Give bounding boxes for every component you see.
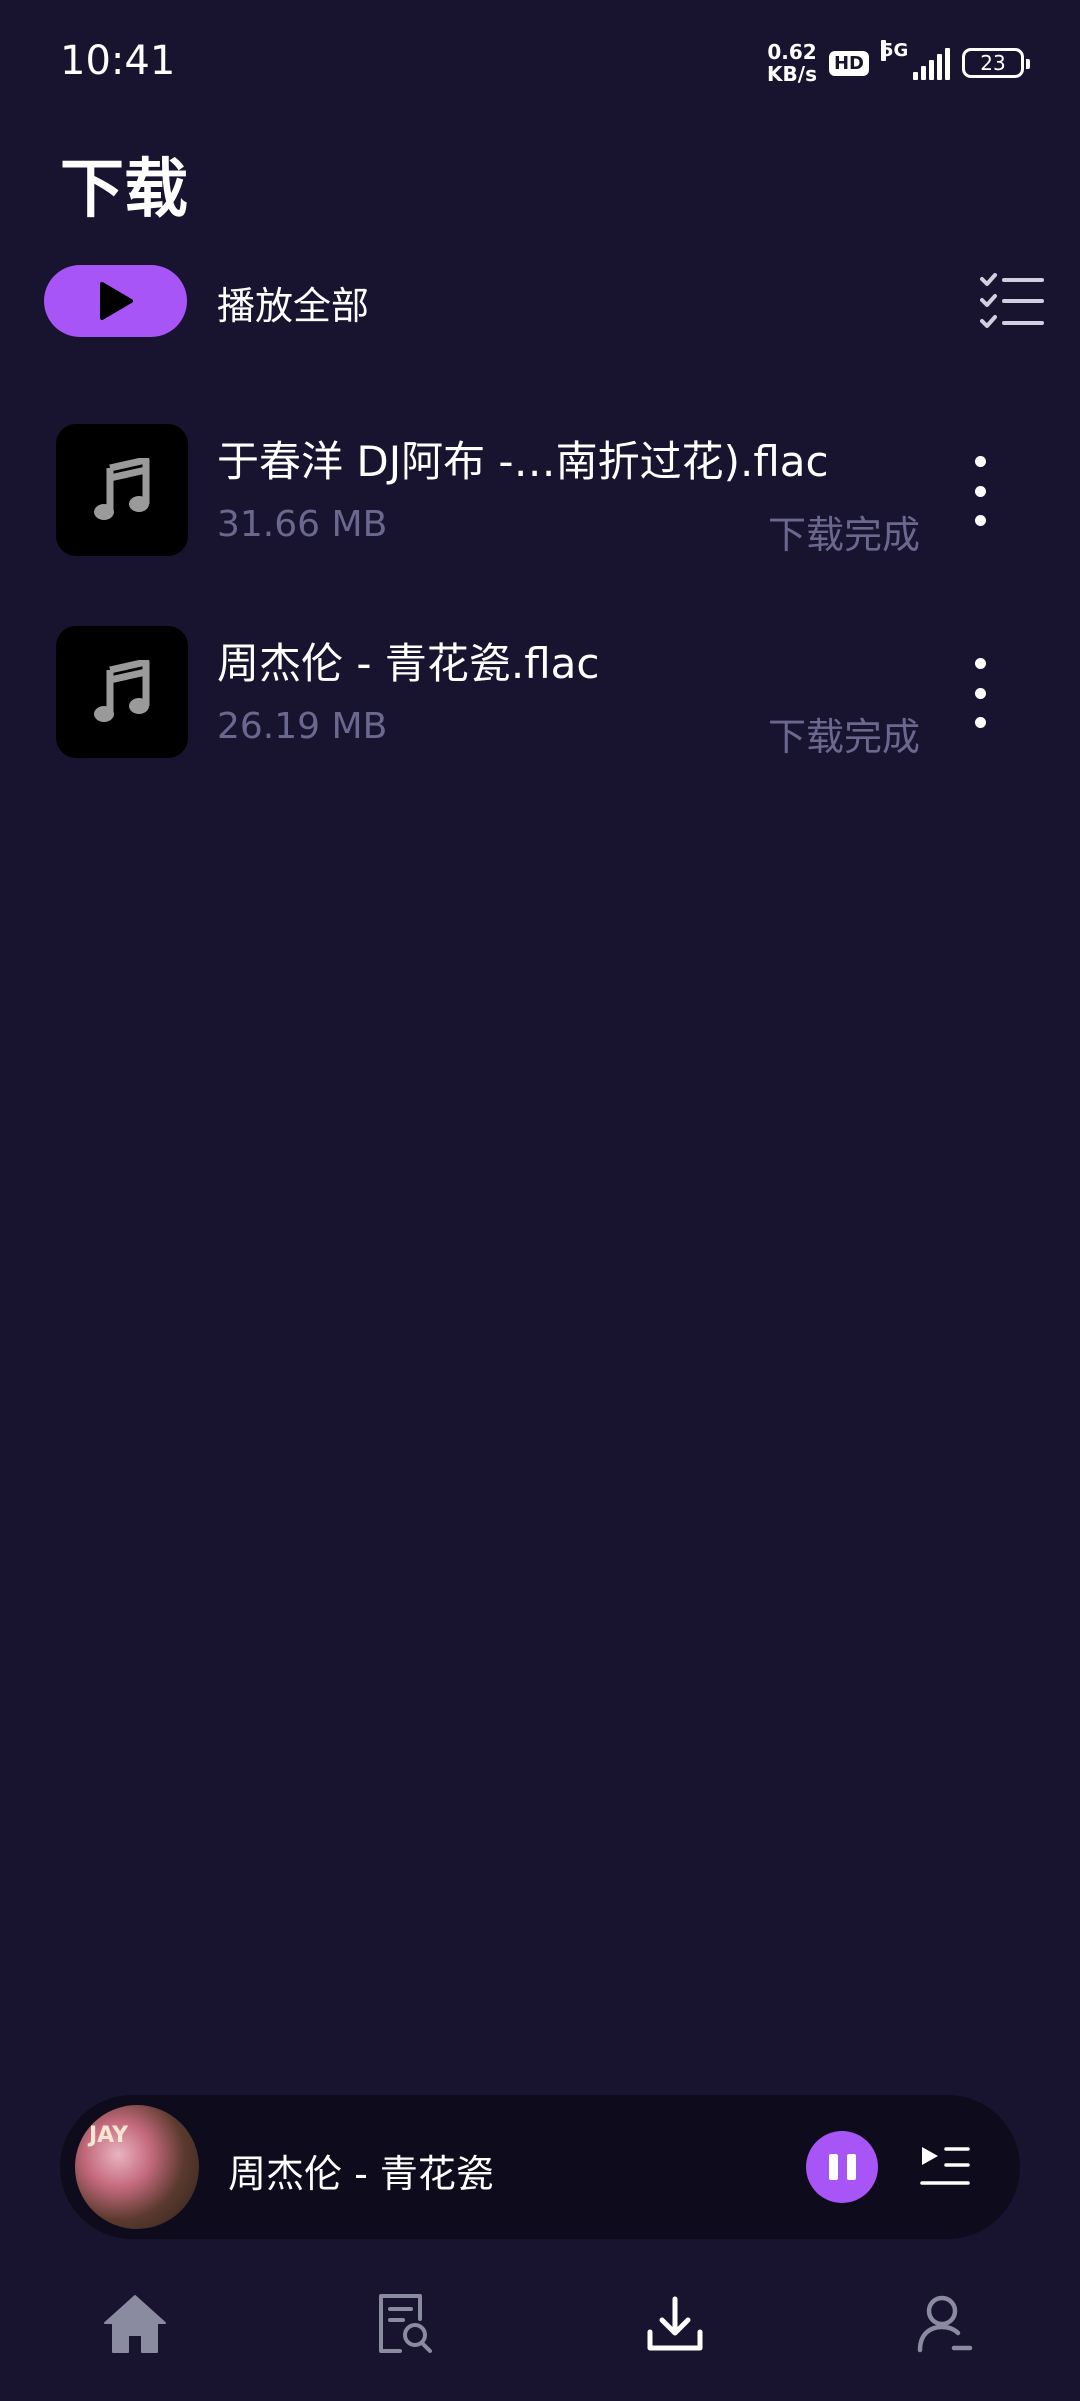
nav-profile[interactable] [905, 2284, 985, 2364]
play-all-row: 播放全部 [44, 265, 1044, 337]
mini-player[interactable]: JAY 周杰伦 - 青花瓷 [60, 2095, 1020, 2239]
music-note-icon [94, 660, 150, 722]
battery-level: 23 [980, 51, 1006, 75]
download-item[interactable]: 于春洋 DJ阿布 -…南折过花).flac 31.66 MB 下载完成 [0, 420, 1080, 560]
play-all-label: 播放全部 [217, 284, 370, 328]
network-speed: 0.62 KB/s [767, 41, 817, 85]
checklist-icon[interactable] [980, 273, 1044, 331]
hd-badge: HD [828, 50, 869, 76]
play-icon [99, 282, 133, 320]
battery-icon: 23 [962, 48, 1030, 78]
page-title: 下载 [60, 153, 188, 227]
play-all-button[interactable] [44, 265, 187, 337]
status-bar: 10:41 0.62 KB/s HD 5G 23 [0, 0, 1080, 120]
song-name: 于春洋 DJ阿布 -…南折过花).flac [217, 437, 829, 486]
song-size: 26.19 MB [217, 706, 388, 747]
nav-search[interactable] [365, 2284, 445, 2364]
album-cover: JAY [75, 2105, 199, 2229]
more-options-icon[interactable] [960, 456, 1000, 526]
music-note-icon [94, 458, 150, 520]
search-doc-icon [379, 2294, 432, 2353]
song-size: 31.66 MB [217, 504, 388, 545]
download-status: 下载完成 [767, 715, 920, 759]
pause-icon[interactable] [806, 2131, 878, 2203]
download-status: 下载完成 [767, 513, 920, 557]
download-icon [647, 2296, 703, 2351]
home-icon [104, 2295, 166, 2353]
more-options-icon[interactable] [960, 658, 1000, 728]
status-indicators: 0.62 KB/s HD 5G 23 [767, 40, 1030, 86]
now-playing-title: 周杰伦 - 青花瓷 [228, 2152, 494, 2196]
song-cover [56, 626, 188, 758]
network-speed-unit: KB/s [767, 62, 817, 86]
user-icon [917, 2295, 973, 2353]
song-name: 周杰伦 - 青花瓷.flac [217, 639, 600, 688]
signal-icon: 5G [881, 40, 950, 80]
playlist-icon[interactable] [920, 2143, 972, 2191]
network-speed-value: 0.62 [767, 40, 817, 64]
bottom-nav [0, 2270, 1080, 2401]
status-time: 10:41 [60, 38, 176, 84]
download-item[interactable]: 周杰伦 - 青花瓷.flac 26.19 MB 下载完成 [0, 622, 1080, 762]
nav-home[interactable] [95, 2284, 175, 2364]
song-cover [56, 424, 188, 556]
download-screen: 10:41 0.62 KB/s HD 5G 23 下载 播放全部 于春洋 DJ阿… [0, 0, 1080, 2401]
album-cover-text: JAY [89, 2123, 129, 2148]
nav-download[interactable] [635, 2284, 715, 2364]
network-type: 5G [881, 40, 909, 61]
